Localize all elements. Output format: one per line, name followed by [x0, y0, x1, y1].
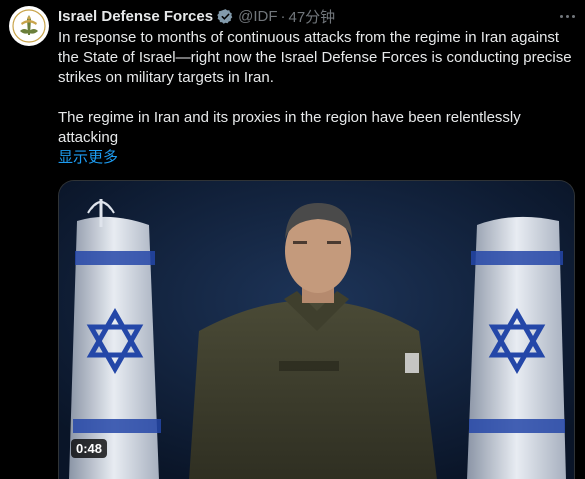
video-duration-badge: 0:48 [71, 439, 108, 458]
author-handle[interactable]: @IDF [238, 8, 277, 25]
timestamp[interactable]: 47分钟 [288, 6, 335, 27]
idf-logo-icon [12, 9, 46, 43]
tweet-header: Israel Defense Forces @IDF · 47分钟 [58, 6, 335, 26]
tweet-text: In response to months of continuous atta… [58, 28, 576, 148]
video-player[interactable]: 0:48 [58, 180, 575, 479]
author-name[interactable]: Israel Defense Forces [58, 8, 213, 25]
verified-badge-icon[interactable] [217, 8, 234, 25]
tweet-paragraph-2: The regime in Iran and its proxies in th… [58, 109, 521, 146]
show-more-link[interactable]: 显示更多 [58, 148, 118, 168]
tweet-paragraph-1: In response to months of continuous atta… [58, 29, 572, 86]
video-thumbnail [59, 181, 574, 479]
separator-dot: · [280, 7, 286, 25]
more-options-icon[interactable] [560, 6, 575, 26]
tweet[interactable]: Israel Defense Forces @IDF · 47分钟 In res… [0, 0, 585, 479]
avatar[interactable] [9, 6, 49, 46]
idf-spokesperson-logo-icon [87, 199, 115, 227]
